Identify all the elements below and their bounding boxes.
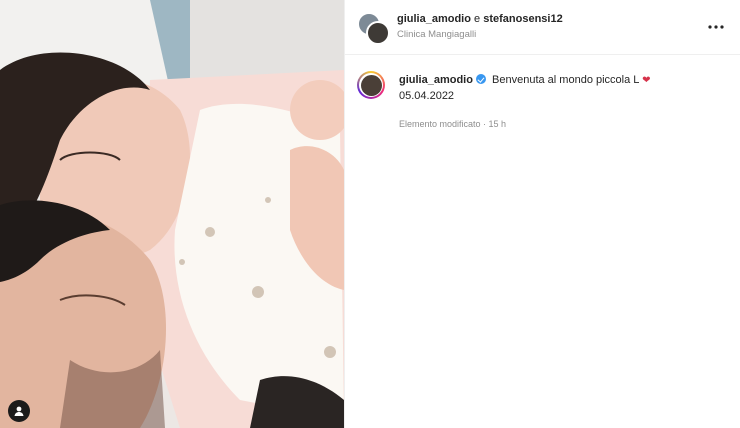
caption-date: 05.04.2022 bbox=[399, 89, 455, 102]
collab-usernames: giulia_amodio e stefanosensi12 bbox=[397, 13, 704, 27]
more-options-button[interactable] bbox=[704, 17, 728, 37]
post-sidebar: giulia_amodio e stefanosensi12 Clinica M… bbox=[344, 0, 740, 428]
caption-avatar-story-ring[interactable] bbox=[357, 71, 385, 99]
collab-avatars[interactable] bbox=[357, 12, 390, 45]
instagram-post: giulia_amodio e stefanosensi12 Clinica M… bbox=[0, 0, 740, 428]
header-text: giulia_amodio e stefanosensi12 Clinica M… bbox=[397, 13, 704, 41]
user-tag-button[interactable] bbox=[8, 400, 30, 422]
caption-username[interactable]: giulia_amodio bbox=[399, 74, 473, 86]
user-tag-icon bbox=[14, 406, 24, 416]
edited-timestamp[interactable]: Elemento modificato · 15 h bbox=[345, 105, 740, 129]
avatar-user2[interactable] bbox=[366, 21, 390, 45]
location-link[interactable]: Clinica Mangiagalli bbox=[397, 29, 704, 41]
verified-badge-icon bbox=[475, 74, 486, 84]
heart-emoji: ❤ bbox=[642, 75, 651, 86]
more-horizontal-icon bbox=[708, 25, 724, 29]
post-header: giulia_amodio e stefanosensi12 Clinica M… bbox=[345, 0, 740, 55]
post-photo-illustration bbox=[0, 0, 344, 428]
username-link-2[interactable]: stefanosensi12 bbox=[483, 13, 562, 25]
usernames-conjunction: e bbox=[474, 13, 481, 26]
username-link-1[interactable]: giulia_amodio bbox=[397, 13, 471, 25]
post-caption: giulia_amodio Benvenuta al mondo piccola… bbox=[345, 55, 740, 105]
caption-text: Benvenuta al mondo piccola L bbox=[492, 74, 640, 86]
post-photo[interactable] bbox=[0, 0, 344, 428]
caption-avatar bbox=[360, 74, 382, 96]
caption-body: giulia_amodio Benvenuta al mondo piccola… bbox=[399, 71, 650, 105]
